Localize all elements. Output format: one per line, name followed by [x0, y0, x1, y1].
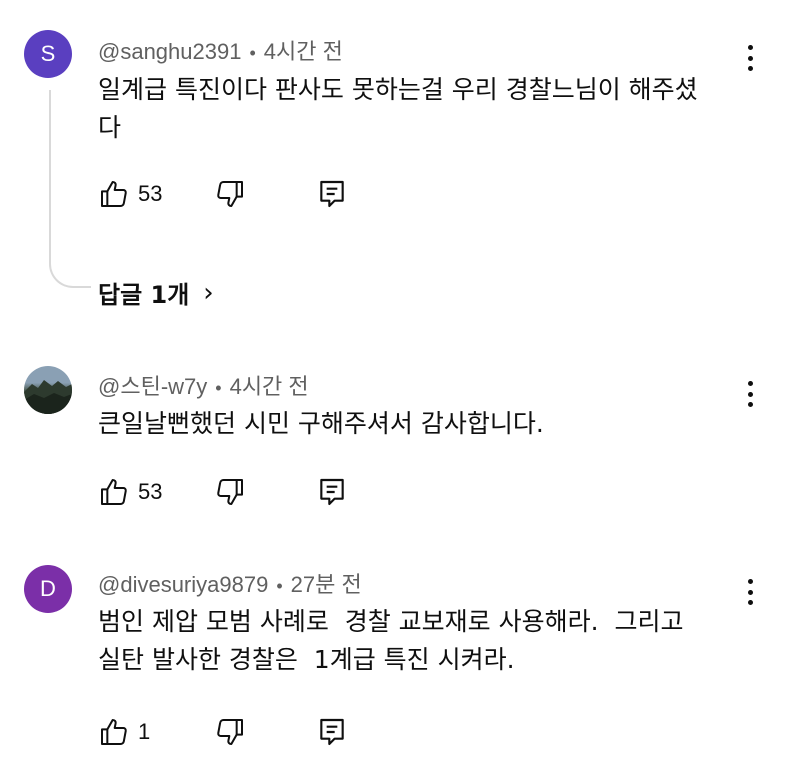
username[interactable]: @스틴-w7y: [98, 374, 207, 399]
comment-actions: 53: [98, 177, 398, 211]
comment-meta: @스틴-w7y • 4시간 전: [98, 369, 309, 401]
comment-text: 범인 제압 모범 사례로 경찰 교보재로 사용해라. 그리고 실탄 발사한 경찰…: [98, 607, 684, 674]
thumbs-down-icon: [217, 181, 243, 207]
dislike-button[interactable]: [214, 475, 246, 509]
reply-icon: [320, 478, 344, 506]
thumbs-up-icon: [101, 479, 127, 505]
timestamp: 4시간 전: [229, 374, 309, 399]
avatar-letter: D: [40, 576, 56, 601]
dislike-button[interactable]: [214, 715, 246, 749]
reply-button[interactable]: [316, 475, 348, 509]
reply-icon: [320, 180, 344, 208]
reply-button[interactable]: [316, 715, 348, 749]
comment-actions: 1: [98, 715, 398, 749]
thread-connector: [49, 90, 91, 288]
like-count: 53: [138, 479, 163, 504]
username[interactable]: @divesuriya9879: [98, 572, 268, 597]
avatar[interactable]: [24, 366, 72, 414]
username[interactable]: @sanghu2391: [98, 39, 241, 64]
separator-dot: •: [249, 43, 256, 63]
like-button[interactable]: 1: [98, 715, 150, 749]
mountain-photo: [24, 380, 72, 414]
like-button[interactable]: 53: [98, 177, 162, 211]
reply-icon: [320, 718, 344, 746]
timestamp: 4시간 전: [263, 39, 343, 64]
avatar[interactable]: S: [24, 30, 72, 78]
comment-meta: @sanghu2391 • 4시간 전: [98, 34, 343, 66]
like-count: 1: [138, 719, 151, 744]
separator-dot: •: [276, 576, 283, 596]
comment-text: 큰일날뻔했던 시민 구해주셔서 감사합니다.: [98, 409, 544, 438]
dislike-button[interactable]: [214, 177, 246, 211]
chevron-right-icon: ›: [203, 277, 214, 308]
like-count: 53: [138, 181, 163, 206]
like-button[interactable]: 53: [98, 475, 162, 509]
timestamp: 27분 전: [290, 572, 362, 597]
thumbs-down-icon: [217, 719, 243, 745]
avatar[interactable]: D: [24, 565, 72, 613]
separator-dot: •: [215, 378, 222, 398]
view-replies-button[interactable]: 답글 1개 ›: [98, 275, 214, 310]
reply-button[interactable]: [316, 177, 348, 211]
comment-actions: 53: [98, 475, 398, 509]
comment-meta: @divesuriya9879 • 27분 전: [98, 567, 362, 599]
replies-label: 답글 1개: [98, 281, 190, 309]
thumbs-down-icon: [217, 479, 243, 505]
thumbs-up-icon: [101, 181, 127, 207]
avatar-letter: S: [40, 41, 56, 66]
comment-text: 일계급 특진이다 판사도 못하는걸 우리 경찰느님이 해주셨 다: [98, 75, 698, 142]
more-vert-icon[interactable]: [738, 41, 762, 75]
thumbs-up-icon: [101, 719, 127, 745]
